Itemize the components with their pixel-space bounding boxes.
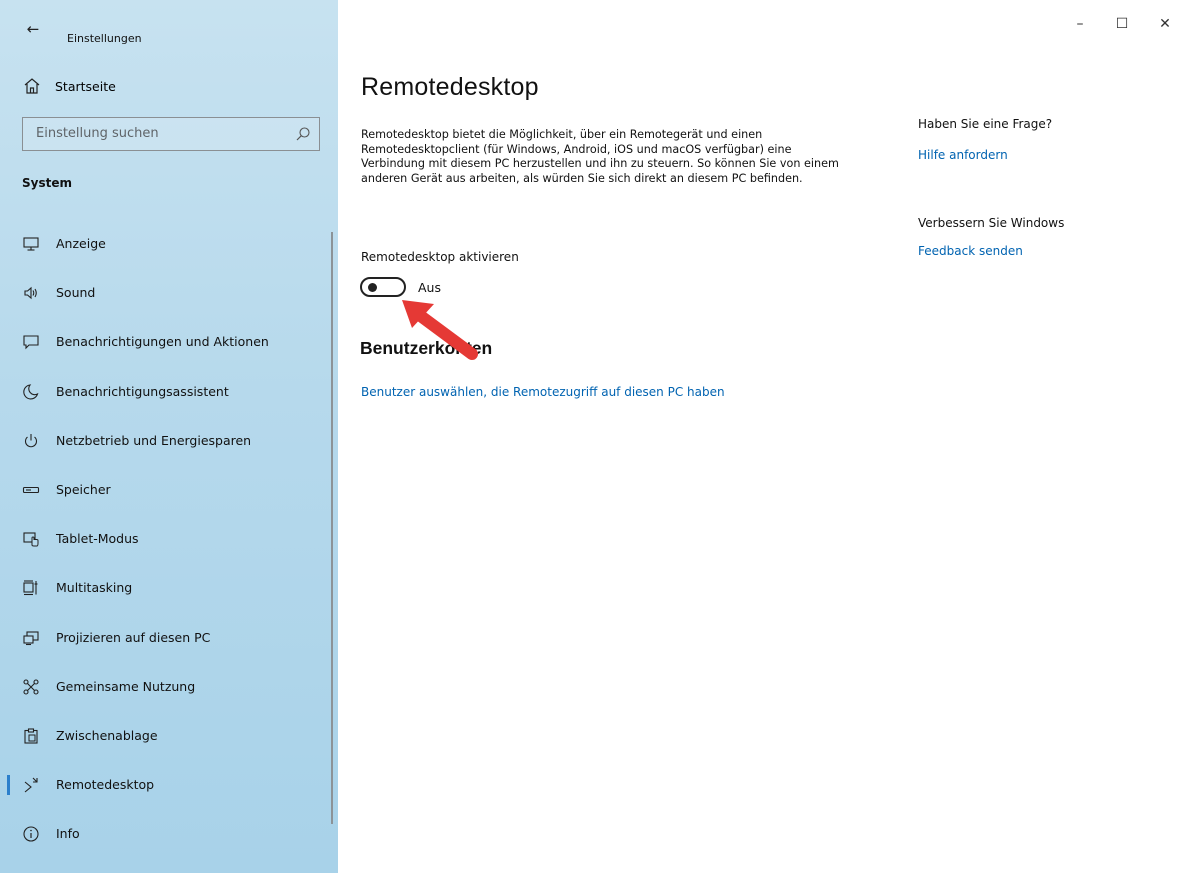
- sidebar-item-label: Sound: [56, 285, 96, 301]
- search-input[interactable]: Einstellung suchen: [22, 117, 320, 151]
- sidebar-item-label: Zwischenablage: [56, 727, 158, 743]
- sidebar-item-zwischenablage[interactable]: Zwischenablage: [0, 712, 338, 761]
- search-icon[interactable]: [295, 126, 311, 142]
- feedback-link[interactable]: Feedback senden: [918, 244, 1023, 258]
- annotation-arrow-icon: [402, 300, 478, 360]
- feedback-question: Verbessern Sie Windows: [918, 216, 1065, 230]
- info-icon: [22, 825, 40, 843]
- close-button[interactable]: ✕: [1155, 16, 1175, 32]
- toggle-knob: [368, 283, 377, 292]
- sidebar-nav: Anzeige Sound Benachrichtigungen und Akt…: [0, 220, 338, 859]
- power-icon: [22, 432, 40, 450]
- sidebar-item-benachrichtigungsassistent[interactable]: Benachrichtigungsassistent: [0, 368, 338, 417]
- sidebar-item-label: Speicher: [56, 481, 111, 497]
- multitasking-icon: [22, 579, 40, 597]
- sidebar-item-label: Benachrichtigungen und Aktionen: [56, 334, 269, 350]
- sidebar-item-benachrichtigungen[interactable]: Benachrichtigungen und Aktionen: [0, 318, 338, 367]
- sidebar-item-projizieren[interactable]: Projizieren auf diesen PC: [0, 614, 338, 663]
- section-title: System: [22, 176, 72, 190]
- notification-icon: [22, 333, 40, 351]
- maximize-button[interactable]: ☐: [1112, 16, 1132, 32]
- sidebar-item-gemeinsame-nutzung[interactable]: Gemeinsame Nutzung: [0, 663, 338, 712]
- sidebar-item-multitasking[interactable]: Multitasking: [0, 564, 338, 613]
- sidebar-item-label: Remotedesktop: [56, 777, 155, 793]
- sidebar-item-label: Info: [56, 826, 80, 842]
- app-title: Einstellungen: [67, 32, 142, 45]
- page-title: Remotedesktop: [361, 73, 539, 101]
- active-indicator: [7, 775, 10, 796]
- clipboard-icon: [22, 727, 40, 745]
- sidebar-item-anzeige[interactable]: Anzeige: [0, 220, 338, 269]
- page-description: Remotedesktop bietet die Möglichkeit, üb…: [361, 128, 839, 185]
- sidebar-item-label: Tablet-Modus: [56, 531, 139, 547]
- sidebar-item-speicher[interactable]: Speicher: [0, 466, 338, 515]
- help-question: Haben Sie eine Frage?: [918, 117, 1053, 131]
- tablet-mode-icon: [22, 530, 40, 548]
- share-icon: [22, 678, 40, 696]
- project-icon: [22, 629, 40, 647]
- minimize-button[interactable]: –: [1070, 16, 1090, 32]
- titlebar-left: ← Einstellungen: [0, 10, 338, 46]
- sidebar-scrollbar[interactable]: [331, 232, 333, 824]
- sidebar-item-label: Projizieren auf diesen PC: [56, 629, 211, 645]
- speaker-icon: [22, 284, 40, 302]
- search-placeholder: Einstellung suchen: [36, 126, 159, 141]
- home-label: Startseite: [55, 79, 116, 94]
- home-nav-item[interactable]: Startseite: [0, 72, 338, 104]
- sidebar-item-label: Netzbetrieb und Energiesparen: [56, 432, 252, 448]
- sidebar-item-sound[interactable]: Sound: [0, 269, 338, 318]
- sidebar-item-label: Anzeige: [56, 236, 106, 251]
- back-button[interactable]: ←: [22, 20, 44, 38]
- sidebar-item-remotedesktop[interactable]: Remotedesktop: [0, 761, 338, 810]
- toggle-label: Remotedesktop aktivieren: [361, 250, 519, 264]
- sidebar-item-info[interactable]: Info: [0, 810, 338, 859]
- storage-icon: [22, 481, 40, 499]
- home-icon: [23, 77, 41, 95]
- main-content: – ☐ ✕ Remotedesktop Remotedesktop bietet…: [338, 0, 1184, 873]
- sidebar-item-tablet-modus[interactable]: Tablet-Modus: [0, 515, 338, 564]
- sidebar: ← Einstellungen Startseite Einstellung s…: [0, 0, 338, 873]
- help-link[interactable]: Hilfe anfordern: [918, 148, 1008, 162]
- moon-icon: [22, 383, 40, 401]
- select-users-link[interactable]: Benutzer auswählen, die Remotezugriff au…: [361, 385, 725, 399]
- remote-desktop-icon: [22, 776, 40, 794]
- sidebar-item-netzbetrieb[interactable]: Netzbetrieb und Energiesparen: [0, 417, 338, 466]
- display-icon: [22, 235, 40, 253]
- sidebar-item-label: Benachrichtigungsassistent: [56, 383, 229, 399]
- sidebar-item-label: Gemeinsame Nutzung: [56, 678, 196, 694]
- sidebar-item-label: Multitasking: [56, 580, 133, 596]
